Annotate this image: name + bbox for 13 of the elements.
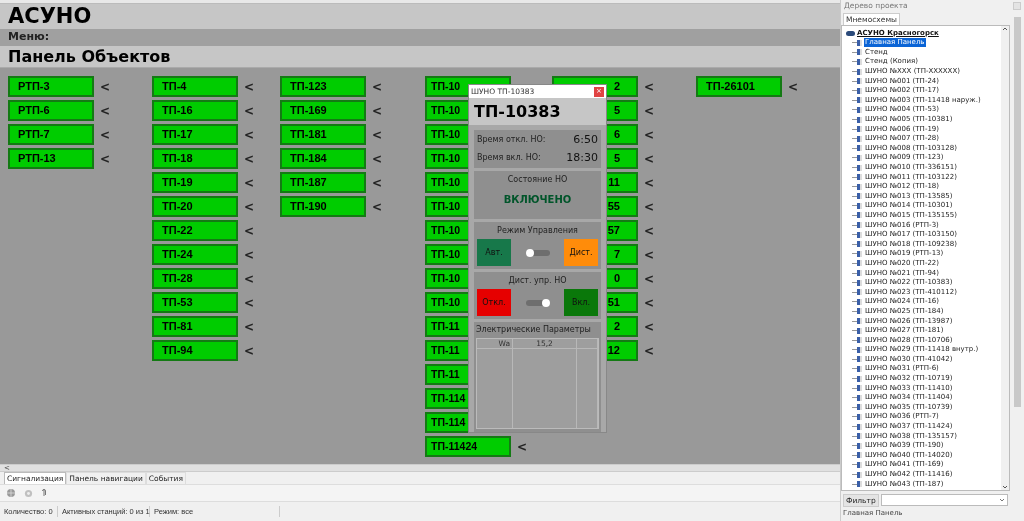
state-value: ВКЛЮЧЕНО <box>503 193 572 207</box>
dialog-heading: ТП-10383 <box>474 100 561 123</box>
time-value: 18:30 <box>566 149 598 166</box>
panel-title: Панель Объектов <box>8 45 171 68</box>
menu-label: Меню: <box>8 29 50 46</box>
section-title: Режим Управления <box>497 225 578 237</box>
app-title: АСУНО <box>8 2 92 30</box>
section-title: Дист. упр. НО <box>508 275 567 287</box>
time-label: Время вкл. НО: <box>477 151 541 164</box>
time-label: Время откл. НО: <box>477 134 546 147</box>
section-title: Электрические Параметры <box>476 324 592 336</box>
section-title: Состояние НО <box>507 174 568 186</box>
time-value: 6:50 <box>573 132 598 148</box>
